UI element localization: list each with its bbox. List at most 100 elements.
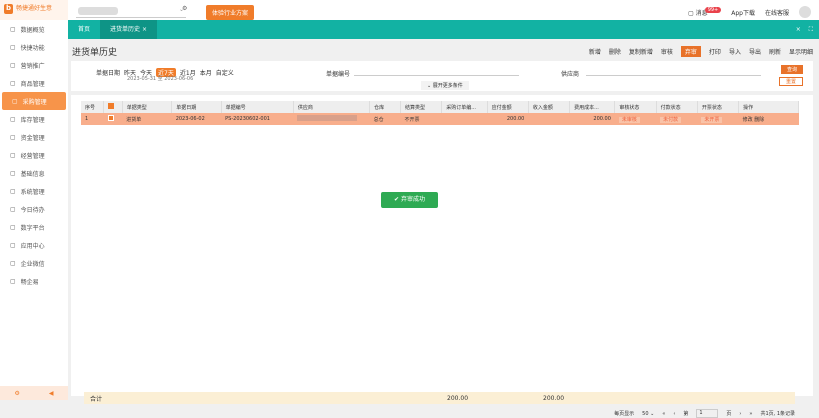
page-prefix: 第 (683, 411, 689, 417)
page-input[interactable]: 1 (696, 409, 719, 418)
message-button[interactable]: ▢ 消息99+ (688, 6, 722, 17)
avatar[interactable] (799, 6, 811, 18)
column-header[interactable]: 操作 (738, 101, 799, 113)
table-cell: 总仓 (369, 113, 401, 125)
service-link[interactable]: 在线客服 (765, 8, 789, 17)
sidebar-item[interactable]: ▢ 经营管理 (0, 146, 68, 164)
per-page-select[interactable]: 50 ⌄ (642, 411, 654, 417)
sidebar-item-label: 库存管理 (20, 116, 45, 124)
next-page-button[interactable]: › (739, 411, 741, 417)
logo: b 畅捷通好生意 (0, 0, 68, 20)
reset-button[interactable]: 重置 (778, 77, 803, 86)
first-page-button[interactable]: « (662, 411, 665, 417)
toolbar: 新增 删除 复制新增 审核 弃审 打印 导入 导出 刷新 显示明细 (589, 46, 813, 57)
fullscreen-icon[interactable]: ⛶ (809, 26, 813, 34)
menu-icon: ▢ (10, 133, 16, 141)
table-cell (293, 113, 370, 125)
sidebar-item[interactable]: ▢ 系统管理 (0, 182, 68, 200)
table-cell: 未开票 (697, 113, 739, 125)
sidebar-item[interactable]: ▢ 数据概览 (0, 20, 68, 38)
sidebar-item[interactable]: ▢ 数字平台 (0, 218, 68, 236)
app-download-link[interactable]: App下载 (731, 8, 755, 17)
sidebar-item[interactable]: ▢ 基础信息 (0, 164, 68, 182)
sidebar-item[interactable]: ▢ 应用中心 (0, 236, 68, 254)
total-records: 共1页, 1条记录 (760, 411, 795, 417)
column-header[interactable]: 付款状态 (656, 101, 698, 113)
column-header[interactable]: 序号 (81, 101, 105, 113)
toolbar-button[interactable]: 打印 (709, 47, 721, 56)
last-page-button[interactable]: » (749, 411, 752, 417)
sidebar: ▢ 数据概览 ▢ 快捷功能 ▢ 营销推广 ▢ 商品管理 ▢ 采购管理 ▢ 库存管理 ▢ 资金管理 ▢ 经营管理… (0, 20, 68, 400)
sidebar-item-label: 资金管理 (20, 134, 45, 142)
column-header[interactable]: 采购订单编... (441, 101, 488, 113)
sidebar-item-label: 应用中心 (20, 242, 45, 250)
column-header[interactable]: 审核状态 (614, 101, 657, 113)
toolbar-button[interactable]: 弃审 (680, 46, 701, 57)
summary-amount: 200.00 (447, 394, 469, 402)
select-all-checkbox[interactable] (108, 103, 115, 109)
date-label: 单据日期 (96, 70, 121, 77)
collapse-icon[interactable]: ◀ (49, 390, 54, 397)
toolbar-button[interactable]: 导出 (749, 47, 761, 56)
expand-more-button[interactable]: ⌄ 展开更多条件 (421, 81, 469, 90)
sidebar-item-label: 数据概览 (20, 26, 45, 34)
sidebar-item[interactable]: ▢ 畅企易 (0, 272, 68, 290)
column-header[interactable]: 应付金额 (487, 101, 529, 113)
sidebar-item[interactable]: ▢ 快捷功能 (0, 38, 68, 56)
column-header[interactable]: 单据类型 (122, 101, 173, 113)
column-header[interactable]: 开票状态 (697, 101, 740, 113)
toolbar-button[interactable]: 显示明细 (789, 47, 813, 56)
doc-no-input[interactable] (354, 75, 519, 76)
column-header[interactable]: 仓库 (369, 101, 402, 113)
sidebar-item[interactable]: ▢ 今日待办 (0, 200, 68, 218)
menu-icon: ▢ (10, 223, 16, 231)
column-header[interactable]: 单据日期 (171, 101, 222, 113)
sidebar-item[interactable]: ▢ 企业微信 (0, 254, 68, 272)
sidebar-item[interactable]: ▢ 库存管理 (0, 110, 68, 128)
settings-icon[interactable]: ⚙ (14, 390, 19, 397)
prev-page-button[interactable]: ‹ (673, 411, 675, 417)
toolbar-button[interactable]: 刷新 (769, 47, 781, 56)
sidebar-item-label: 畅企易 (20, 278, 39, 286)
column-header[interactable]: 收入金额 (528, 101, 571, 113)
query-button[interactable]: 查询 (780, 65, 803, 74)
menu-icon: ▢ (10, 43, 16, 51)
supplier-input[interactable] (586, 75, 761, 76)
toolbar-button[interactable]: 导入 (729, 47, 741, 56)
column-header[interactable] (103, 101, 123, 113)
close-icon[interactable]: × (142, 26, 147, 33)
table-cell[interactable] (103, 113, 123, 125)
column-header[interactable]: 费用成本... (569, 101, 616, 113)
logo-text: 畅捷通好生意 (16, 5, 53, 12)
column-header[interactable]: 供应商 (293, 101, 371, 113)
toolbar-button[interactable]: 新增 (589, 47, 601, 56)
account-select[interactable]: ⌄ (76, 5, 186, 18)
tab-purchase-history[interactable]: 进货单历史 × (100, 20, 157, 39)
toolbar-button[interactable]: 删除 (609, 47, 621, 56)
table-row[interactable]: 1 进货单 2023-06-02 PS-20230602-001 总仓 不开票 200.00… (81, 113, 799, 125)
column-header[interactable]: 结算类型 (400, 101, 443, 113)
table-cell: 进货单 (122, 113, 172, 125)
sidebar-item-label: 今日待办 (20, 206, 45, 214)
toolbar-button[interactable]: 审核 (661, 47, 673, 56)
toolbar-button[interactable]: 复制新增 (629, 47, 653, 56)
table-cell[interactable]: 修改 删除 (738, 113, 799, 125)
table-cell: 不开票 (400, 113, 442, 125)
date-range-option[interactable]: 自定义 (216, 68, 234, 77)
table-cell: 未审核 (614, 113, 657, 125)
menu-icon: ▢ (10, 151, 16, 159)
sidebar-item[interactable]: ▢ 商品管理 (0, 74, 68, 92)
date-range-option[interactable]: 本月 (200, 68, 212, 77)
tab-home[interactable]: 首页 (68, 20, 100, 39)
close-all-icon[interactable]: × (796, 26, 801, 34)
main: 进货单历史 新增 删除 复制新增 审核 弃审 打印 导入 导出 刷新 显示明细 单据日期 昨天 今天近… (68, 39, 813, 418)
sidebar-item[interactable]: ▢ 营销推广 (0, 56, 68, 74)
table-cell: 未付款 (656, 113, 698, 125)
column-header[interactable]: 单据编号 (221, 101, 294, 113)
settings-icon[interactable]: ⚙ (182, 5, 187, 12)
row-checkbox[interactable] (107, 115, 114, 121)
sidebar-item[interactable]: ▢ 资金管理 (0, 128, 68, 146)
supplier-label: 供应商 (561, 71, 580, 78)
sidebar-item[interactable]: ▢ 采购管理 (2, 92, 66, 110)
experience-button[interactable]: 体验行业方案 (206, 5, 255, 20)
